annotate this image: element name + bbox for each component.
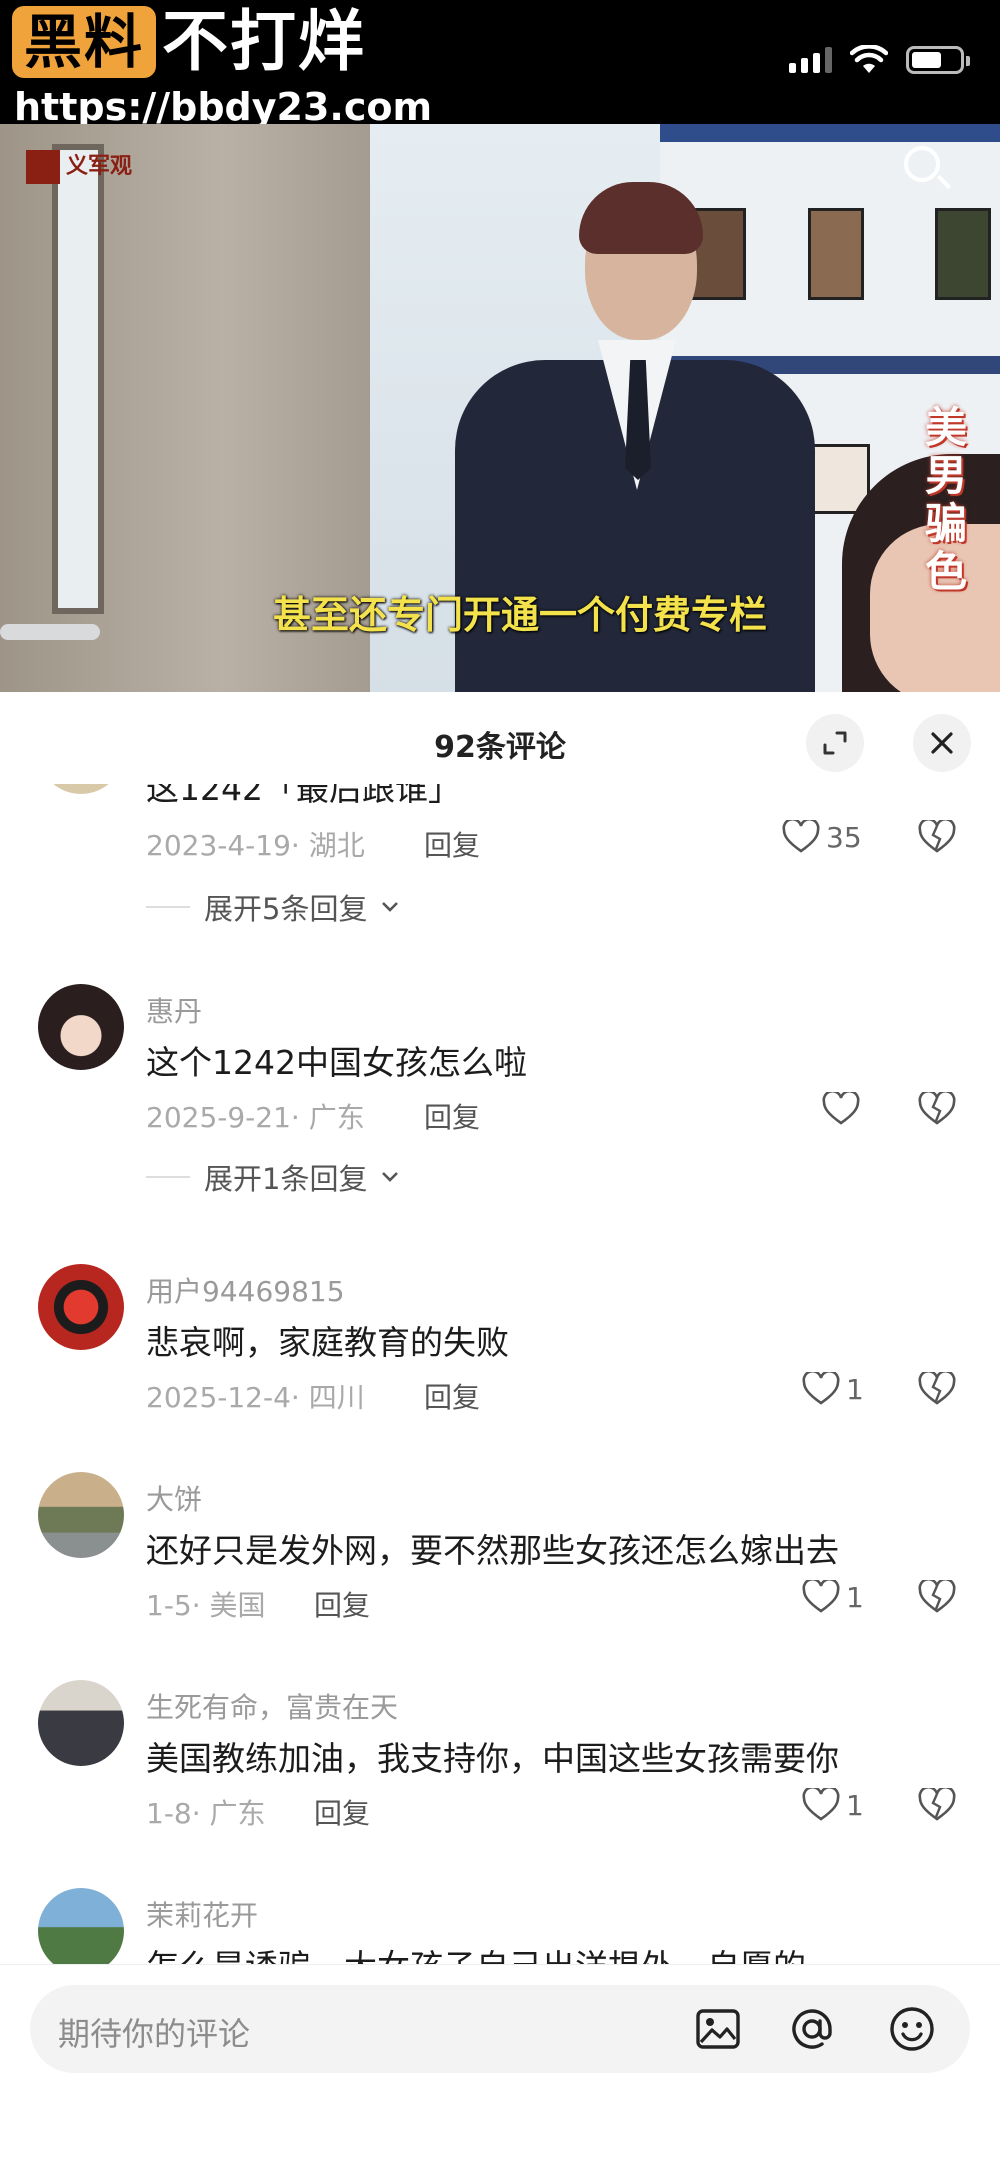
comment-input-placeholder: 期待你的评论 — [58, 2015, 251, 2053]
comment-meta: 2025-9-21· 广东 — [146, 1101, 365, 1134]
reply-button[interactable]: 回复 — [424, 824, 480, 864]
reply-button[interactable]: 回复 — [424, 1376, 480, 1416]
channel-logo: 义军观 — [66, 153, 133, 179]
image-icon[interactable] — [694, 2005, 742, 2053]
comment-item: 大饼 还好只是发外网，要不然那些女孩还怎么嫁出去 1-5· 美国 回复 1 — [0, 1472, 1000, 1652]
comment-meta: 1-5· 美国 — [146, 1589, 266, 1622]
watermark-url: https://bbdy23.com — [14, 85, 433, 129]
comment-username[interactable]: 茉莉花开 — [146, 1894, 258, 1934]
close-icon — [931, 732, 953, 754]
status-icons — [789, 40, 970, 80]
heart-icon — [802, 1580, 840, 1613]
avatar[interactable] — [38, 984, 124, 1070]
watermark-title: 不打烊 — [162, 3, 366, 80]
heart-icon — [822, 1092, 860, 1125]
comment-text: 这个1242中国女孩怎么啦 — [146, 1043, 527, 1082]
like-count: 35 — [826, 820, 862, 854]
battery-icon — [906, 46, 970, 74]
comment-username[interactable]: 惠丹 — [146, 990, 202, 1030]
comment-item: 这1242「最后跟谁」 2023-4-19· 湖北 回复 35 展开5条回复 — [0, 784, 1000, 926]
heart-icon — [802, 1372, 840, 1405]
comment-item: 生死有命，富贵在天 美国教练加油，我支持你，中国这些女孩需要你 1-8· 广东 … — [0, 1680, 1000, 1860]
expand-panel-button[interactable] — [806, 714, 864, 772]
channel-logo-mark — [26, 150, 60, 184]
expand-replies-button[interactable]: 展开1条回复 — [146, 1156, 399, 1198]
reply-button[interactable]: 回复 — [314, 1584, 370, 1624]
reply-button[interactable]: 回复 — [314, 1792, 370, 1832]
watermark-badge: 黑料 — [12, 6, 156, 78]
comment-text: 怎么是诱骗，大女孩子自己出洋揾外，自愿的 — [146, 1940, 806, 1964]
reply-button[interactable]: 回复 — [424, 1096, 480, 1136]
video-player[interactable]: 义军观 甚至还专门开通一个付费专栏 美男骗色 — [0, 124, 1000, 692]
comment-text: 还好只是发外网，要不然那些女孩还怎么嫁出去 — [146, 1531, 839, 1570]
comment-meta: 2023-4-19· 湖北 — [146, 829, 365, 862]
avatar[interactable] — [38, 1472, 124, 1558]
expand-replies-button[interactable]: 展开5条回复 — [146, 886, 399, 928]
comment-text: 这1242「最后跟谁」 — [146, 784, 461, 808]
avatar[interactable] — [38, 784, 124, 794]
dislike-icon[interactable] — [918, 1092, 956, 1126]
video-subtitle: 甚至还专门开通一个付费专栏 — [272, 593, 767, 637]
expand-icon — [823, 731, 847, 755]
wifi-icon — [850, 45, 888, 73]
comment-username[interactable]: 大饼 — [146, 1478, 202, 1518]
search-icon — [904, 146, 940, 182]
emoji-icon[interactable] — [888, 2005, 936, 2053]
like-button[interactable] — [822, 1092, 866, 1126]
heart-icon — [782, 820, 820, 853]
avatar[interactable] — [38, 1264, 124, 1350]
at-icon[interactable] — [788, 2005, 836, 2053]
comment-list[interactable]: 这1242「最后跟谁」 2023-4-19· 湖北 回复 35 展开5条回复 惠… — [0, 784, 1000, 1964]
comment-item: 惠丹 这个1242中国女孩怎么啦 2025-9-21· 广东 回复 展开1条回复 — [0, 984, 1000, 1224]
comment-item: 茉莉花开 怎么是诱骗，大女孩子自己出洋揾外，自愿的 — [0, 1888, 1000, 1964]
comment-meta: 2025-12-4· 四川 — [146, 1381, 365, 1414]
dislike-icon[interactable] — [918, 1580, 956, 1614]
comments-header: 92条评论 — [0, 692, 1000, 794]
like-button[interactable]: 1 — [802, 1788, 864, 1822]
avatar[interactable] — [38, 1888, 124, 1964]
comment-item: 用户94469815 悲哀啊，家庭教育的失败 2025-12-4· 四川 回复 … — [0, 1264, 1000, 1444]
comments-sheet: 92条评论 这1242「最后跟谁」 2023-4-19· 湖北 回复 35 展开… — [0, 692, 1000, 2163]
chevron-down-icon — [382, 902, 399, 912]
comment-username[interactable]: 生死有命，富贵在天 — [146, 1686, 398, 1726]
dislike-icon[interactable] — [918, 1788, 956, 1822]
comment-text: 美国教练加油，我支持你，中国这些女孩需要你 — [146, 1739, 839, 1778]
status-bar: 黑料 不打烊 https://bbdy23.com — [0, 0, 1000, 128]
dislike-icon[interactable] — [918, 820, 956, 854]
comment-username[interactable]: 用户94469815 — [146, 1270, 345, 1310]
like-count: 1 — [846, 1372, 864, 1406]
comment-input[interactable]: 期待你的评论 — [30, 1985, 970, 2073]
comment-text: 悲哀啊，家庭教育的失败 — [146, 1323, 509, 1362]
avatar[interactable] — [38, 1680, 124, 1766]
like-button[interactable]: 1 — [802, 1372, 864, 1406]
heart-icon — [802, 1788, 840, 1821]
comment-meta: 1-8· 广东 — [146, 1797, 266, 1830]
video-vertical-title: 美男骗色 — [924, 403, 967, 596]
dislike-icon[interactable] — [918, 1372, 956, 1406]
signal-icon — [789, 47, 832, 73]
close-button[interactable] — [913, 714, 971, 772]
like-button[interactable]: 1 — [802, 1580, 864, 1614]
like-count: 1 — [846, 1788, 864, 1822]
like-button[interactable]: 35 — [782, 820, 862, 854]
comment-input-bar: 期待你的评论 — [0, 1964, 1000, 2163]
like-count: 1 — [846, 1580, 864, 1614]
chevron-down-icon — [382, 1172, 399, 1182]
